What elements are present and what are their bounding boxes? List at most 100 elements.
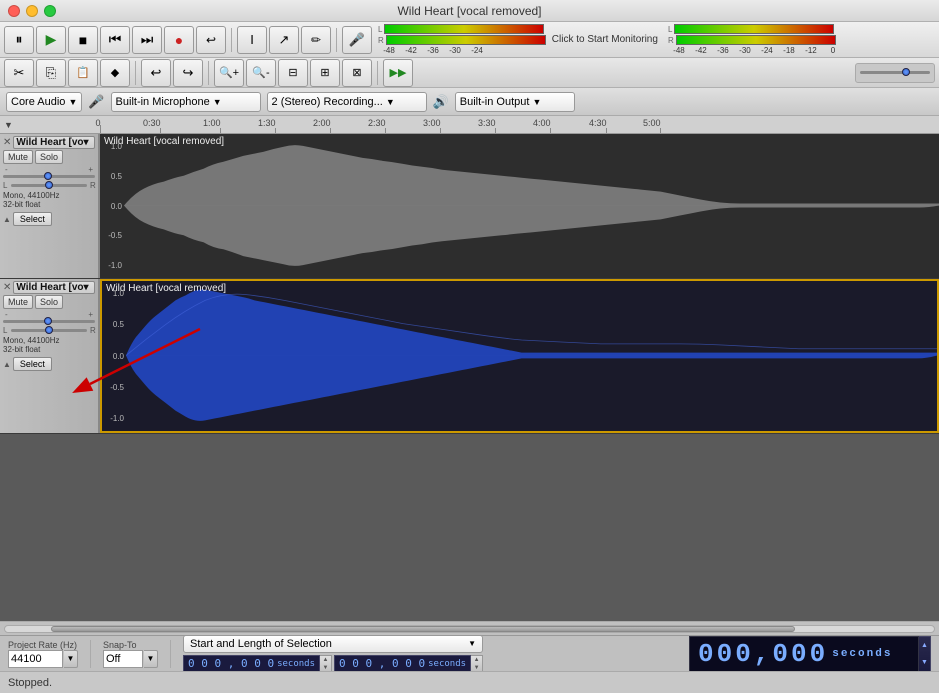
track-1-mute-button[interactable]: Mute (3, 150, 33, 164)
playback-device-dropdown[interactable]: Built-in Output ▼ (455, 92, 575, 112)
snap-to-dropdown-arrow[interactable]: ▼ (144, 650, 158, 668)
envelope-tool-button[interactable]: ↗ (269, 26, 299, 54)
pause-button[interactable]: ⏸ (4, 26, 34, 54)
selection-type-dropdown[interactable]: Start and Length of Selection ▼ (183, 635, 483, 653)
vu-labels: -48 -42 -36 -30 -24 (378, 46, 546, 55)
track-2-volume-slider[interactable] (3, 320, 95, 323)
cut-button[interactable]: ✂ (4, 59, 34, 87)
y-label-neg0.5: -0.5 (100, 231, 124, 240)
status-separator-1 (90, 640, 91, 668)
track-1-close-button[interactable]: ✕ (3, 137, 11, 148)
big-time-display-container: 000,000 seconds ▲ ▼ (689, 636, 931, 672)
select-tool-button[interactable]: I (237, 26, 267, 54)
maximize-button[interactable] (44, 5, 56, 17)
time-field-1[interactable]: 0 0 0 , 0 0 0 seconds (183, 655, 320, 673)
project-rate-input[interactable] (8, 650, 63, 668)
monitor-button[interactable]: Click to Start Monitoring (548, 34, 662, 45)
project-rate-group: Project Rate (Hz) ▼ (8, 640, 78, 668)
play-button[interactable]: ▶ (36, 26, 66, 54)
project-rate-dropdown-arrow[interactable]: ▼ (64, 650, 78, 668)
ruler-tick-4:00: 4:00 (550, 128, 551, 133)
y-label-0.5: 0.5 (100, 172, 124, 181)
zoom-out-button[interactable]: 🔍- (246, 59, 276, 87)
timeline-ruler[interactable]: ▼ 00:301:001:302:002:303:003:304:004:305… (0, 116, 939, 134)
track-1-pan-slider[interactable] (11, 184, 87, 187)
track-2-solo-button[interactable]: Solo (35, 295, 63, 309)
track-1-name[interactable]: Wild Heart [vo▾ (13, 136, 95, 149)
track-1-select-button[interactable]: Select (13, 212, 52, 226)
mic-button[interactable]: 🎤 (342, 26, 372, 54)
copy-button[interactable]: ⎘ (36, 59, 66, 87)
track2-vol-plus-label: + (88, 310, 93, 319)
big-spin-up-icon[interactable]: ▲ (919, 637, 930, 654)
track2-y-label-neg1.0: -1.0 (102, 414, 126, 423)
track-2-pan-slider[interactable] (11, 329, 87, 332)
selection-dropdown-arrow: ▼ (468, 639, 476, 648)
record-button[interactable]: ● (164, 26, 194, 54)
skip-start-button[interactable]: ⏮ (100, 26, 130, 54)
track-2-name[interactable]: Wild Heart [vo▾ (13, 281, 95, 294)
toolbar2-separator-2 (208, 61, 209, 85)
track-1-volume-slider[interactable] (3, 175, 95, 178)
track-1-header: ✕ Wild Heart [vo▾ Mute Solo -+ L (0, 134, 100, 278)
skip-end-button[interactable]: ⏭ (132, 26, 162, 54)
close-button[interactable] (8, 5, 20, 17)
track-2-waveform[interactable]: Wild Heart [vocal removed] 1.0 0.5 0.0 -… (100, 279, 939, 433)
speaker-icon[interactable]: 🔊 (433, 94, 449, 110)
fit-project-button[interactable]: ⊟ (278, 59, 308, 87)
time-field-2-spin[interactable]: ▲ ▼ (471, 655, 483, 673)
empty-track-area (0, 434, 939, 621)
time-field-1-spin[interactable]: ▲ ▼ (320, 655, 332, 673)
playback-speed-slider[interactable] (855, 63, 935, 83)
track2-pan-r-label: R (89, 326, 95, 335)
scrollbar-track[interactable] (4, 625, 935, 633)
recording-channels-dropdown[interactable]: 2 (Stereo) Recording... ▼ (267, 92, 427, 112)
pan-l-label: L (3, 181, 9, 190)
ruler-ticks: 00:301:001:302:002:303:003:304:004:305:0… (100, 116, 920, 133)
track2-pan-l-label: L (3, 326, 9, 335)
track-1-solo-button[interactable]: Solo (35, 150, 63, 164)
zoom-sel-button[interactable]: ⊞ (310, 59, 340, 87)
stop-button[interactable]: ■ (68, 26, 98, 54)
snap-to-input[interactable] (103, 650, 143, 668)
traffic-lights (8, 5, 56, 17)
redo-button[interactable]: ↪ (173, 59, 203, 87)
minimize-button[interactable] (26, 5, 38, 17)
draw-tool-button[interactable]: ✏ (301, 26, 331, 54)
spin2-up-icon[interactable]: ▲ (471, 656, 482, 664)
track2-y-label-0.5: 0.5 (102, 320, 126, 329)
ruler-label-3:00: 3:00 (423, 118, 441, 128)
track-2-collapse-button[interactable]: ▲ (3, 360, 11, 369)
play-at-speed-button[interactable]: ▶▶ (383, 59, 413, 87)
time-field-2[interactable]: 0 0 0 , 0 0 0 seconds (334, 655, 471, 673)
big-time-spin[interactable]: ▲ ▼ (919, 636, 931, 672)
y-label-neg1.0: -1.0 (100, 261, 124, 270)
audio-host-dropdown[interactable]: Core Audio ▼ (6, 92, 82, 112)
track-2-close-button[interactable]: ✕ (3, 282, 11, 293)
track-2-header: ✕ Wild Heart [vo▾ Mute Solo - + L (0, 279, 100, 433)
spin-up-icon[interactable]: ▲ (320, 656, 331, 664)
paste-button[interactable]: 📋 (68, 59, 98, 87)
mic-icon[interactable]: 🎤 (88, 94, 104, 110)
selection-group: Start and Length of Selection ▼ 0 0 0 , … (183, 635, 483, 673)
vol-plus-label: + (88, 165, 93, 174)
ruler-tick-0: 0 (100, 125, 101, 133)
track-1-collapse-button[interactable]: ▲ (3, 215, 11, 224)
zoom-in-button[interactable]: 🔍+ (214, 59, 244, 87)
ruler-label-0: 0 (95, 118, 100, 128)
stopped-status-bar: Stopped. (0, 671, 939, 693)
track-1-waveform[interactable]: Wild Heart [vocal removed] 1.0 0.5 0.0 -… (100, 134, 939, 278)
toolbar2-separator-1 (135, 61, 136, 85)
stopped-label: Stopped. (8, 677, 52, 689)
undo-button[interactable]: ↩ (141, 59, 171, 87)
zoom-toggle-button[interactable]: ⊠ (342, 59, 372, 87)
recording-device-dropdown[interactable]: Built-in Microphone ▼ (111, 92, 261, 112)
scrollbar-thumb[interactable] (51, 626, 794, 632)
loop-button[interactable]: ↩ (196, 26, 226, 54)
trim-button[interactable]: ◆ (100, 59, 130, 87)
track-2-mute-button[interactable]: Mute (3, 295, 33, 309)
horizontal-scrollbar[interactable] (0, 621, 939, 635)
track2-vol-minus-label: - (5, 310, 8, 319)
big-spin-down-icon[interactable]: ▼ (919, 654, 930, 671)
track-2-select-button[interactable]: Select (13, 357, 52, 371)
